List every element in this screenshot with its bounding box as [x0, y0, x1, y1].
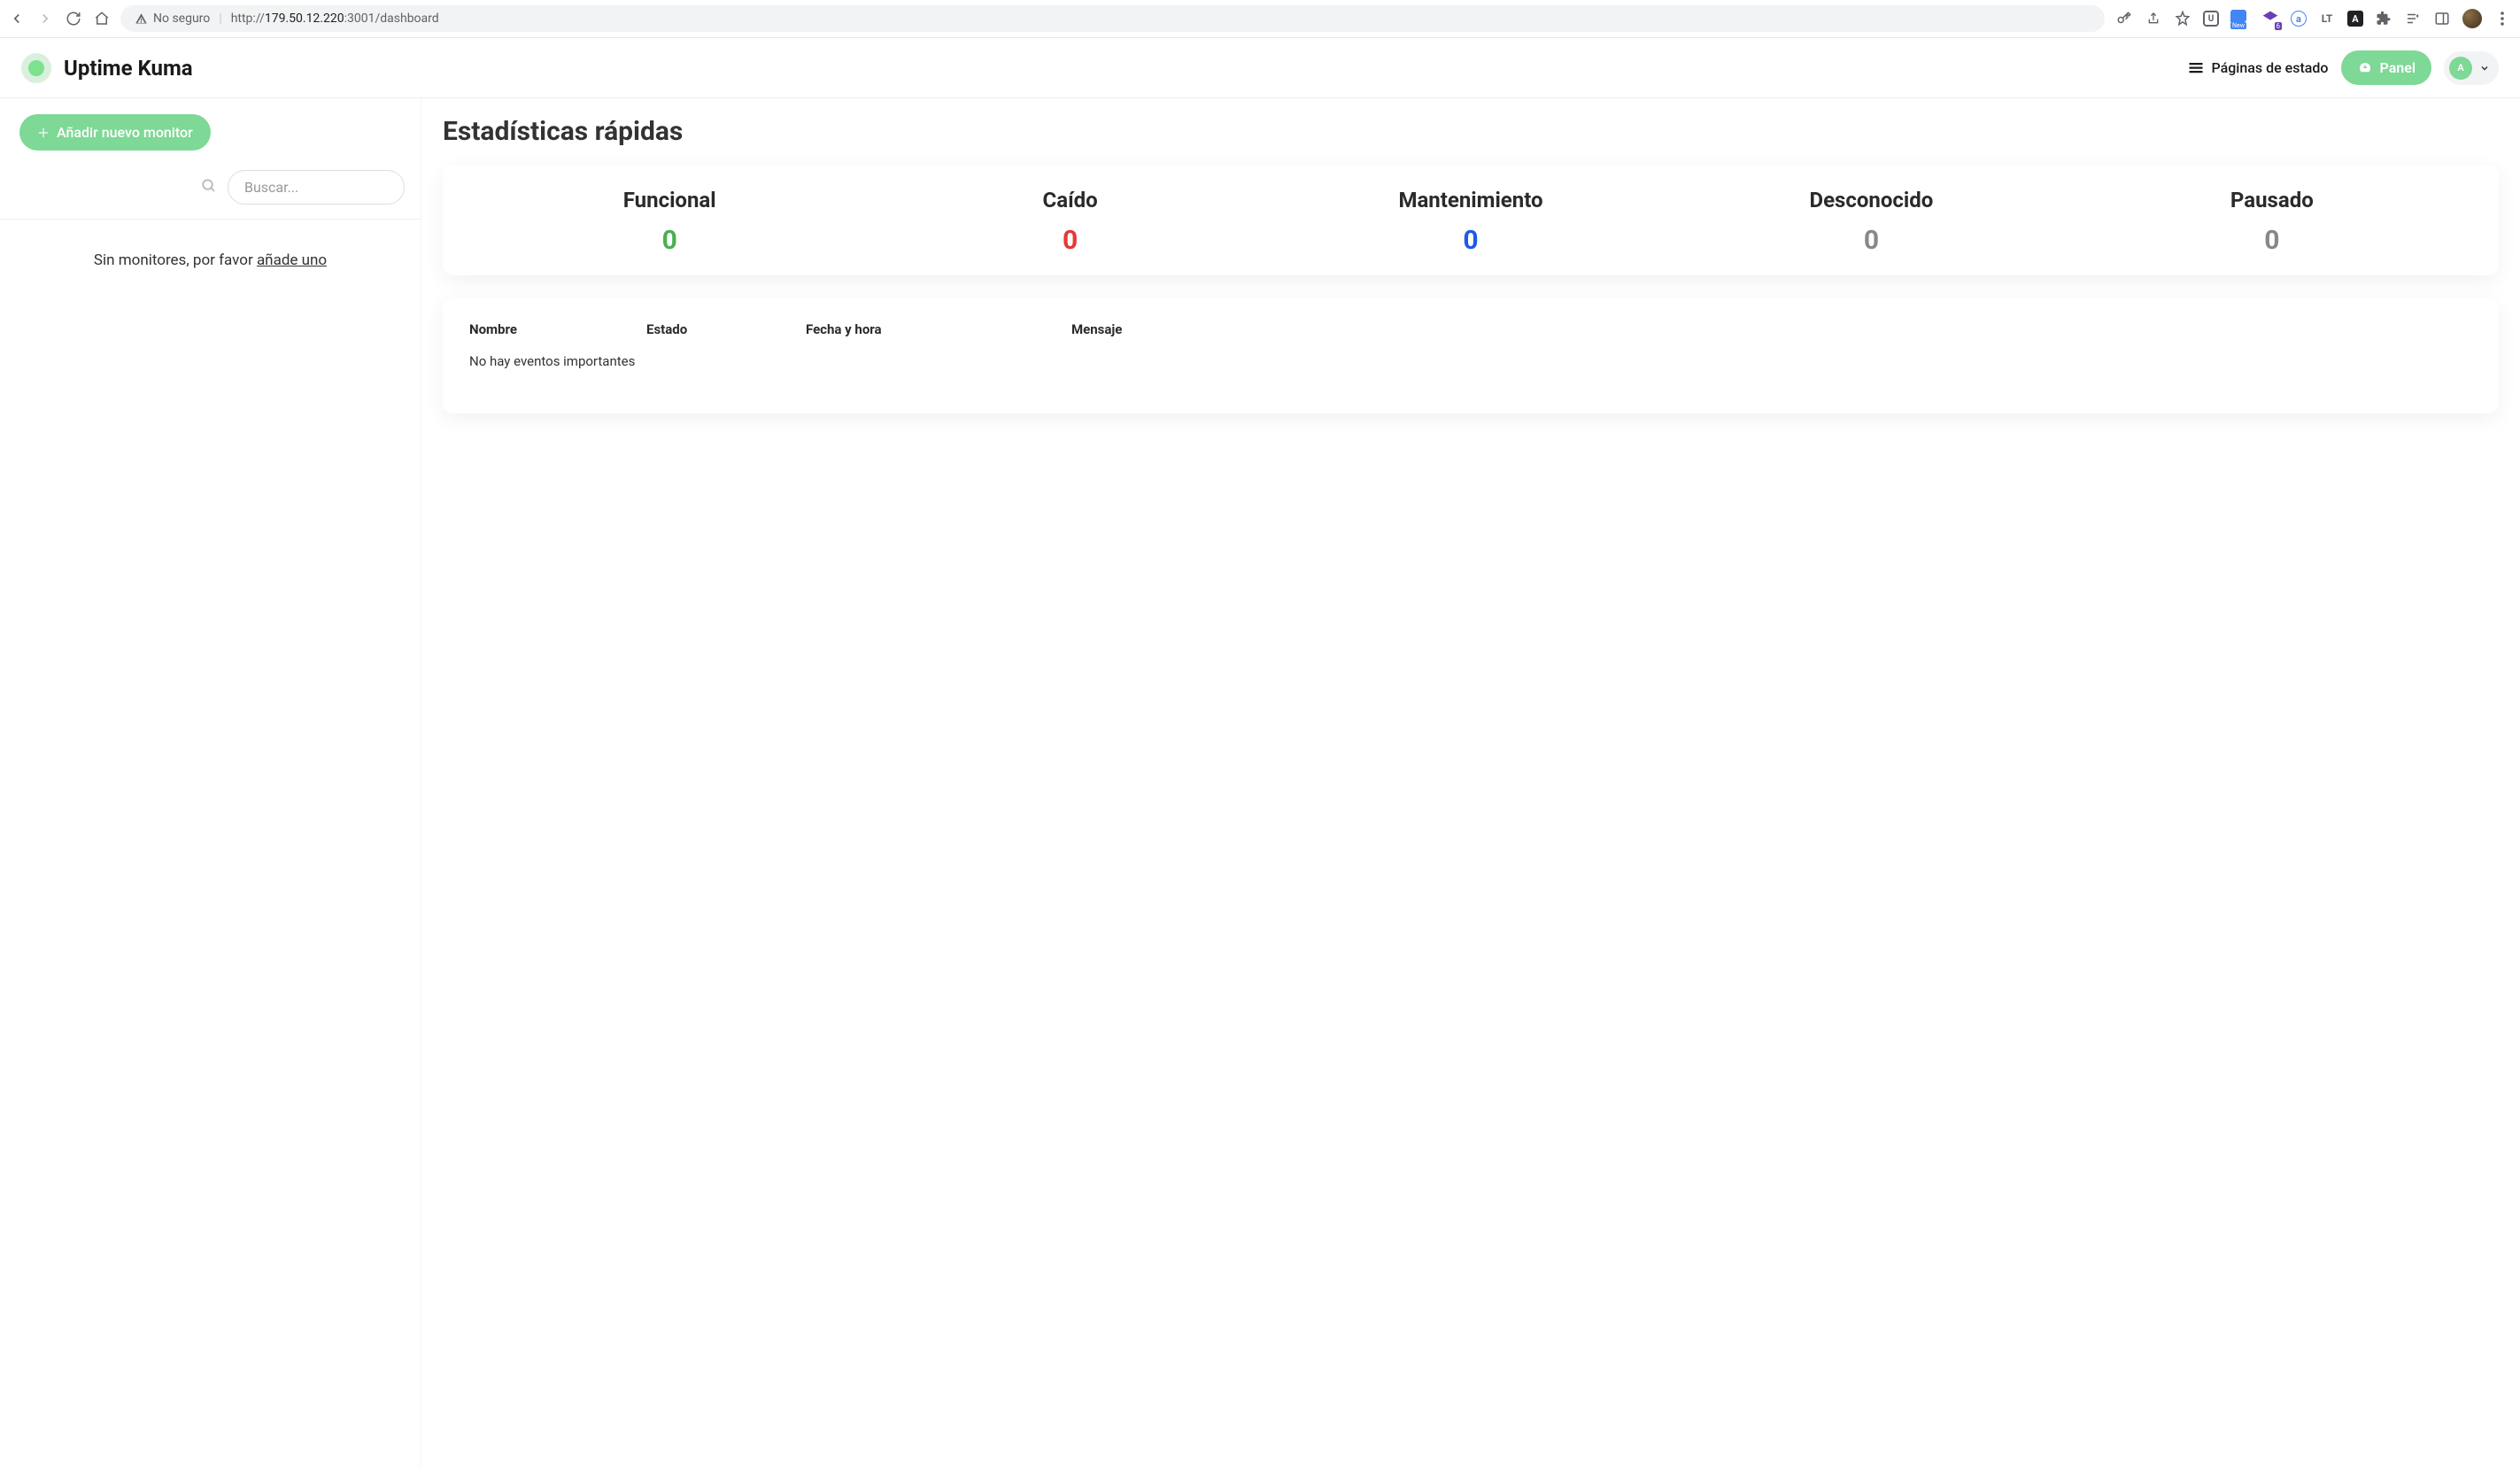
page-title: Estadísticas rápidas	[443, 116, 2499, 147]
chevron-down-icon	[2479, 63, 2490, 73]
stat-label: Pausado	[2072, 188, 2472, 212]
panel-button[interactable]: Panel	[2341, 50, 2431, 85]
no-monitors-message: Sin monitores, por favor añade uno	[0, 220, 421, 301]
stat-value: 0	[870, 225, 1270, 256]
profile-avatar[interactable]	[2462, 9, 2482, 28]
stat-mantenimiento: Mantenimiento 0	[1271, 188, 1671, 256]
stat-label: Caído	[870, 188, 1270, 212]
add-one-link[interactable]: añade uno	[257, 251, 327, 269]
search-input[interactable]	[228, 170, 405, 205]
stat-desconocido: Desconocido 0	[1671, 188, 2071, 256]
stat-caido: Caído 0	[870, 188, 1270, 256]
col-mensaje: Mensaje	[1071, 321, 2472, 337]
browser-actions: U New 6 a LT A	[2115, 9, 2511, 28]
logo-area[interactable]: Uptime Kuma	[21, 53, 193, 83]
panel-label: Panel	[2380, 59, 2416, 76]
share-icon[interactable]	[2145, 10, 2162, 27]
app-header: Uptime Kuma Páginas de estado Panel A	[0, 38, 2520, 98]
sidepanel-icon[interactable]	[2433, 10, 2451, 27]
header-right: Páginas de estado Panel A	[2188, 50, 2499, 85]
reload-button[interactable]	[66, 11, 81, 27]
reading-list-icon[interactable]	[2404, 10, 2422, 27]
browser-toolbar: No seguro | http://179.50.12.220:3001/da…	[0, 0, 2520, 38]
dashboard-icon	[2357, 60, 2373, 76]
status-pages-label: Páginas de estado	[2211, 59, 2328, 76]
user-menu[interactable]: A	[2444, 51, 2499, 85]
plus-icon	[37, 127, 50, 139]
stat-label: Funcional	[469, 188, 870, 212]
list-icon	[2188, 61, 2204, 75]
extension-shield-icon[interactable]: U	[2203, 11, 2219, 27]
back-button[interactable]	[9, 11, 25, 27]
extension-lt-icon[interactable]: LT	[2318, 10, 2336, 27]
events-card: Nombre Estado Fecha y hora Mensaje No ha…	[443, 298, 2499, 413]
stat-label: Mantenimiento	[1271, 188, 1671, 212]
stat-value: 0	[1271, 225, 1671, 256]
warning-icon	[135, 12, 148, 26]
divider: |	[219, 12, 221, 26]
key-icon[interactable]	[2115, 10, 2133, 27]
nav-buttons	[9, 11, 110, 27]
add-monitor-label: Añadir nuevo monitor	[57, 124, 193, 141]
col-estado: Estado	[646, 321, 806, 337]
chrome-menu-icon[interactable]	[2493, 10, 2511, 27]
address-bar[interactable]: No seguro | http://179.50.12.220:3001/da…	[120, 5, 2105, 32]
extension-new-icon[interactable]: New	[2230, 10, 2250, 27]
stat-pausado: Pausado 0	[2072, 188, 2472, 256]
search-row	[0, 151, 421, 220]
stats-card: Funcional 0 Caído 0 Mantenimiento 0 Desc…	[443, 165, 2499, 275]
url-text: http://179.50.12.220:3001/dashboard	[231, 12, 439, 26]
not-secure-badge: No seguro	[135, 12, 210, 26]
stat-value: 0	[1671, 225, 2071, 256]
extension-at-icon[interactable]: a	[2291, 11, 2307, 27]
status-pages-link[interactable]: Páginas de estado	[2188, 59, 2328, 76]
extension-dark-icon[interactable]: A	[2347, 11, 2363, 27]
events-header: Nombre Estado Fecha y hora Mensaje	[469, 321, 2472, 337]
search-icon	[201, 178, 217, 197]
no-monitors-prefix: Sin monitores, por favor	[94, 251, 257, 269]
col-fecha: Fecha y hora	[806, 321, 1071, 337]
home-button[interactable]	[94, 11, 110, 27]
user-avatar: A	[2449, 57, 2472, 80]
col-nombre: Nombre	[469, 321, 646, 337]
add-monitor-button[interactable]: Añadir nuevo monitor	[19, 114, 211, 151]
bookmark-star-icon[interactable]	[2174, 10, 2191, 27]
stat-value: 0	[2072, 225, 2472, 256]
app-logo-icon	[21, 53, 51, 83]
sidebar: Añadir nuevo monitor Sin monitores, por …	[0, 98, 421, 1467]
extension-purple-icon[interactable]: 6	[2261, 10, 2279, 27]
stat-value: 0	[469, 225, 870, 256]
forward-button[interactable]	[37, 11, 53, 27]
app-title: Uptime Kuma	[64, 56, 193, 81]
stat-label: Desconocido	[1671, 188, 2071, 212]
stat-funcional: Funcional 0	[469, 188, 870, 256]
not-secure-text: No seguro	[153, 12, 210, 26]
no-events-message: No hay eventos importantes	[469, 353, 2472, 369]
content: Estadísticas rápidas Funcional 0 Caído 0…	[421, 98, 2520, 1467]
main-layout: Añadir nuevo monitor Sin monitores, por …	[0, 98, 2520, 1467]
extensions-puzzle-icon[interactable]	[2375, 10, 2392, 27]
